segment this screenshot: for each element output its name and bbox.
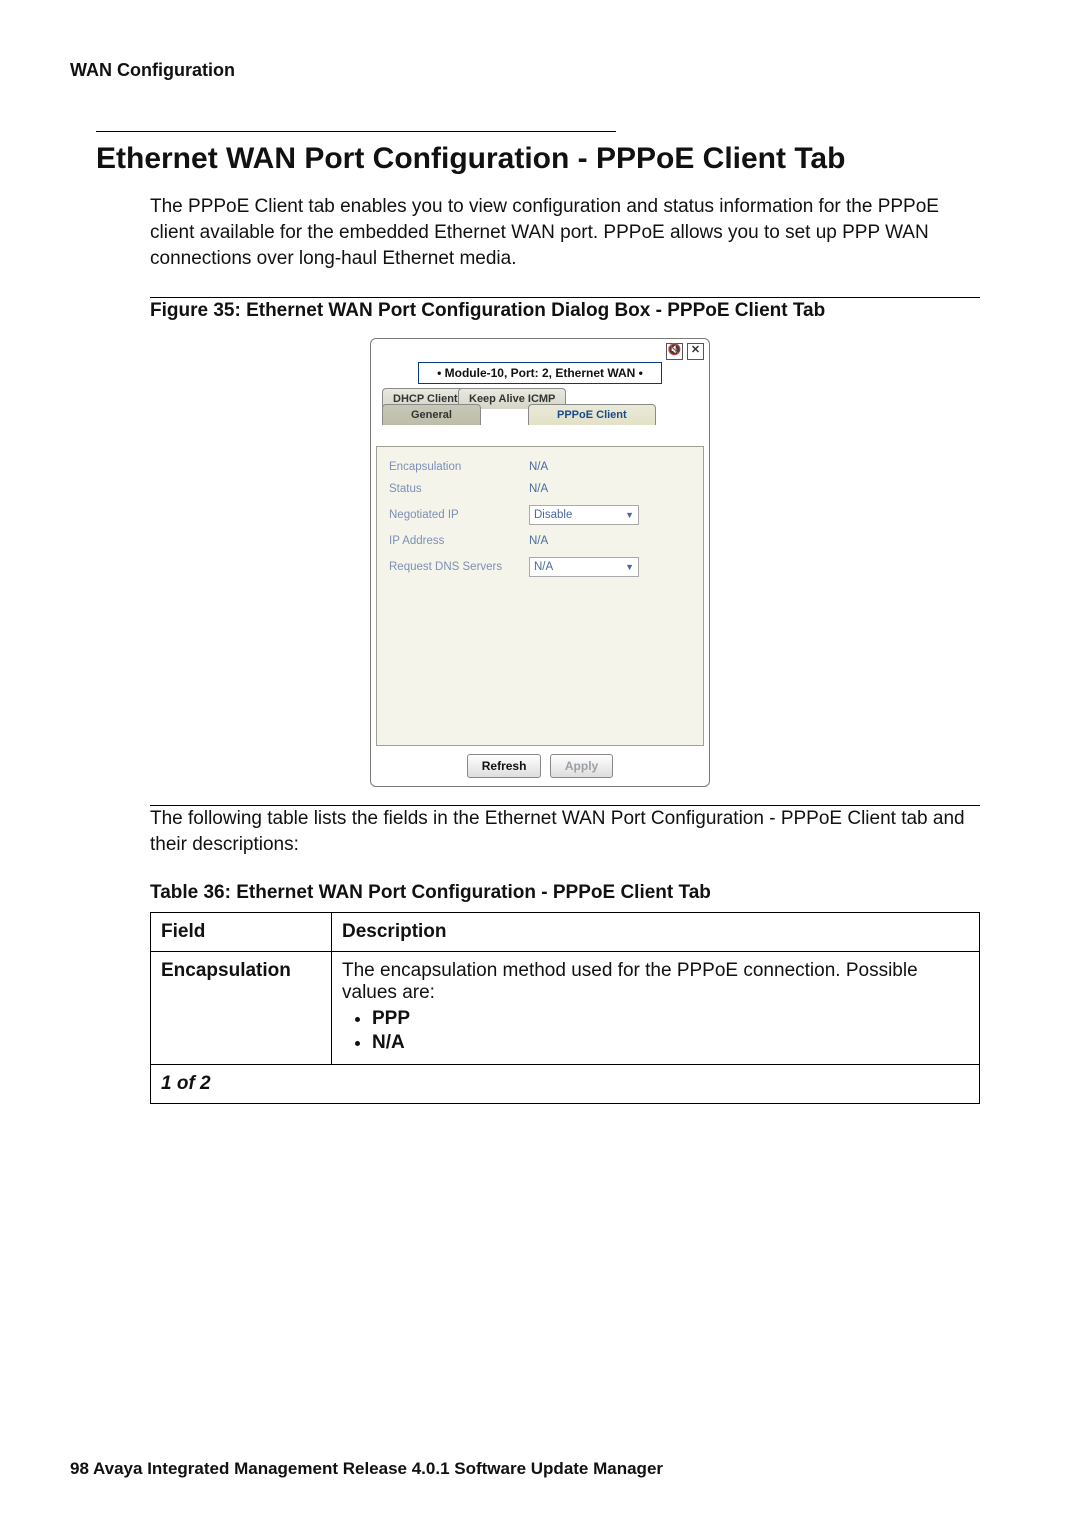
th-field: Field <box>151 913 332 952</box>
mute-icon[interactable]: 🔇 <box>666 343 683 360</box>
dialog-title: • Module-10, Port: 2, Ethernet WAN • <box>418 362 662 384</box>
field-name-label: Encapsulation <box>161 960 291 981</box>
select-negotiated-ip[interactable]: Disable ▼ <box>529 505 639 525</box>
td-desc-encapsulation: The encapsulation method used for the PP… <box>332 952 980 1065</box>
section-title: Ethernet WAN Port Configuration - PPPoE … <box>96 142 1010 176</box>
table-caption: Table 36: Ethernet WAN Port Configuratio… <box>150 882 980 904</box>
tab-pppoe-client[interactable]: PPPoE Client <box>528 404 656 425</box>
bullet-na: N/A <box>372 1032 405 1053</box>
pppoe-dialog: 🔇 ✕ • Module-10, Port: 2, Ethernet WAN •… <box>370 338 710 787</box>
bullet-ppp: PPP <box>372 1008 410 1029</box>
page-header: WAN Configuration <box>70 60 1010 81</box>
value-status: N/A <box>529 483 548 495</box>
dialog-panel: Encapsulation N/A Status N/A Negotiated … <box>376 446 704 746</box>
table-pager: 1 of 2 <box>151 1065 980 1104</box>
refresh-button[interactable]: Refresh <box>467 754 542 778</box>
tab-general[interactable]: General <box>382 404 481 425</box>
section-rule-top <box>96 131 616 132</box>
figure-rule-top <box>150 297 980 298</box>
close-icon[interactable]: ✕ <box>687 343 704 360</box>
desc-lead-text: The encapsulation method used for the PP… <box>342 960 918 1003</box>
page-footer: 98 Avaya Integrated Management Release 4… <box>70 1459 663 1479</box>
label-encapsulation: Encapsulation <box>389 461 529 473</box>
select-request-dns-value: N/A <box>534 561 553 573</box>
chevron-down-icon: ▼ <box>625 562 634 572</box>
label-negotiated-ip: Negotiated IP <box>389 509 529 521</box>
post-figure-paragraph: The following table lists the fields in … <box>150 806 980 858</box>
label-request-dns: Request DNS Servers <box>389 561 529 573</box>
value-encapsulation: N/A <box>529 461 548 473</box>
td-field-encapsulation: Encapsulation <box>151 952 332 1065</box>
value-ip-address: N/A <box>529 535 548 547</box>
th-description: Description <box>332 913 980 952</box>
select-negotiated-ip-value: Disable <box>534 509 572 521</box>
select-request-dns[interactable]: N/A ▼ <box>529 557 639 577</box>
label-status: Status <box>389 483 529 495</box>
chevron-down-icon: ▼ <box>625 510 634 520</box>
label-ip-address: IP Address <box>389 535 529 547</box>
figure-caption: Figure 35: Ethernet WAN Port Configurati… <box>150 300 980 322</box>
intro-paragraph: The PPPoE Client tab enables you to view… <box>150 194 980 273</box>
apply-button[interactable]: Apply <box>550 754 613 778</box>
field-description-table: Field Description Encapsulation The enca… <box>150 912 980 1104</box>
